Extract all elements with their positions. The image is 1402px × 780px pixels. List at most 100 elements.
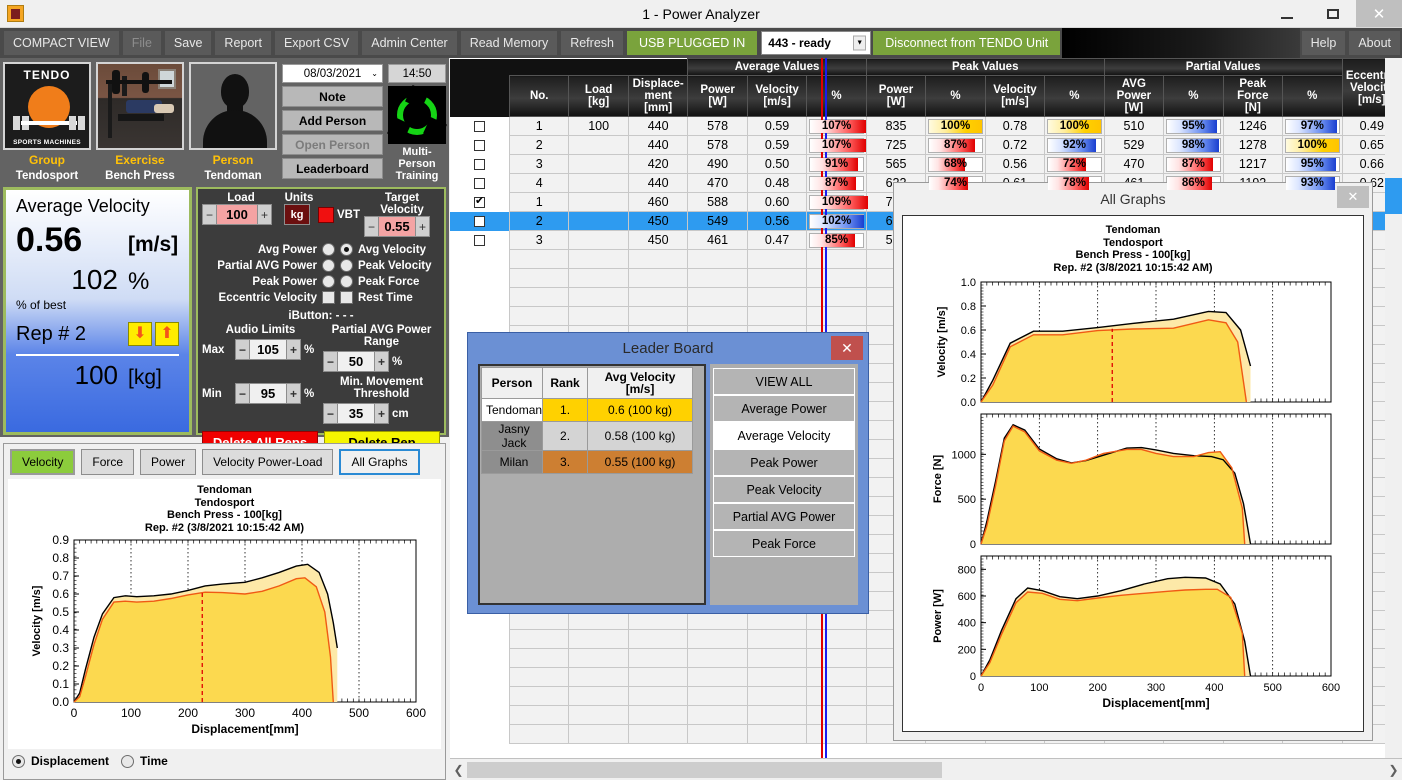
row-checkbox[interactable] — [474, 235, 485, 246]
lb-button-average-velocity[interactable]: Average Velocity — [713, 422, 855, 449]
tab-all-graphs[interactable]: All Graphs — [339, 449, 419, 475]
maximize-button[interactable] — [1310, 0, 1356, 27]
rep-down-button[interactable]: ⬇ — [128, 322, 152, 346]
range-input[interactable]: 50 — [338, 351, 374, 372]
row-checkbox-cell[interactable] — [450, 288, 509, 307]
row-checkbox[interactable] — [474, 121, 485, 132]
note-button[interactable]: Note — [282, 86, 383, 107]
menu-save[interactable]: Save — [165, 31, 212, 55]
row-checkbox[interactable] — [474, 140, 485, 151]
load-minus-button[interactable]: − — [202, 204, 217, 225]
max-stepper[interactable]: − 105 + — [235, 339, 301, 360]
menu-admin-center[interactable]: Admin Center — [362, 31, 456, 55]
disconnect-button[interactable]: Disconnect from TENDO Unit — [873, 31, 1060, 55]
lb-button-partial-avg-power[interactable]: Partial AVG Power — [713, 503, 855, 530]
row-checkbox-cell[interactable] — [450, 725, 509, 744]
horizontal-scrollbar[interactable]: ❮ ❯ — [450, 758, 1402, 780]
date-select[interactable]: 08/03/2021 ⌄ — [282, 64, 383, 83]
threshold-input[interactable]: 35 — [338, 403, 374, 424]
menu-read-memory[interactable]: Read Memory — [461, 31, 558, 55]
max-minus-button[interactable]: − — [235, 339, 250, 360]
menu-about[interactable]: About — [1349, 31, 1400, 55]
minimize-button[interactable] — [1264, 0, 1310, 27]
row-checkbox-cell[interactable] — [450, 687, 509, 706]
range-minus-button[interactable]: − — [323, 351, 338, 372]
table-row[interactable]: 34204900.5091%56568%0.5672%47087%121795%… — [450, 155, 1402, 174]
max-input[interactable]: 105 — [250, 339, 286, 360]
row-checkbox[interactable] — [474, 197, 485, 208]
scroll-left-icon[interactable]: ❮ — [450, 763, 467, 777]
load-stepper[interactable]: − 100 + — [202, 204, 280, 225]
units-button[interactable]: kg — [284, 204, 310, 225]
tab-force[interactable]: Force — [81, 449, 134, 475]
row-checkbox-cell[interactable] — [450, 307, 509, 326]
row-checkbox-cell[interactable] — [450, 250, 509, 269]
multi-person-training[interactable]: 14:50 Multi-Person Training — [388, 62, 446, 183]
menu-file[interactable]: File — [123, 31, 161, 55]
lb-button-average-power[interactable]: Average Power — [713, 395, 855, 422]
menu-report[interactable]: Report — [215, 31, 271, 55]
target-minus-button[interactable]: − — [364, 216, 379, 237]
row-checkbox-cell[interactable] — [450, 193, 509, 212]
row-checkbox-cell[interactable] — [450, 706, 509, 725]
radio-partial-avg-power[interactable] — [322, 259, 335, 272]
target-velocity-stepper[interactable]: − 0.55 + — [364, 216, 440, 237]
all-graphs-close-button[interactable]: ✕ — [1337, 186, 1369, 208]
vertical-scrollbar-thumb[interactable] — [1385, 178, 1402, 214]
row-checkbox-cell[interactable] — [450, 212, 509, 231]
row-checkbox-cell[interactable] — [450, 630, 509, 649]
lb-button-peak-velocity[interactable]: Peak Velocity — [713, 476, 855, 503]
min-plus-button[interactable]: + — [286, 383, 301, 404]
row-checkbox-cell[interactable] — [450, 231, 509, 250]
row-checkbox[interactable] — [474, 216, 485, 227]
vertical-scrollbar[interactable] — [1385, 58, 1402, 758]
exercise-tile[interactable]: Exercise Bench Press — [96, 62, 184, 183]
row-checkbox-cell[interactable] — [450, 136, 509, 155]
checkbox-rest-time[interactable] — [340, 291, 353, 304]
rep-up-button[interactable]: ⬆ — [155, 322, 179, 346]
target-input[interactable]: 0.55 — [379, 216, 415, 237]
table-row[interactable]: 11004405780.59107%835100%0.78100%51095%1… — [450, 117, 1402, 136]
load-input[interactable]: 100 — [217, 204, 257, 225]
threshold-stepper[interactable]: − 35 + — [323, 403, 389, 424]
leader-board-row[interactable]: Milan3.0.55 (100 kg) — [482, 451, 693, 474]
horizontal-scrollbar-thumb[interactable] — [467, 762, 942, 778]
table-row[interactable]: 24405780.59107%72587%0.7292%52998%127810… — [450, 136, 1402, 155]
leader-board-close-button[interactable]: ✕ — [831, 336, 863, 360]
open-person-button[interactable]: Open Person — [282, 134, 383, 155]
row-checkbox-cell[interactable] — [450, 269, 509, 288]
lb-button-peak-power[interactable]: Peak Power — [713, 449, 855, 476]
min-input[interactable]: 95 — [250, 383, 286, 404]
tab-power[interactable]: Power — [140, 449, 196, 475]
menu-help[interactable]: Help — [1302, 31, 1346, 55]
radio-avg-velocity[interactable] — [340, 243, 353, 256]
row-checkbox-cell[interactable] — [450, 117, 509, 136]
menu-compact-view[interactable]: COMPACT VIEW — [4, 31, 119, 55]
max-plus-button[interactable]: + — [286, 339, 301, 360]
load-plus-button[interactable]: + — [257, 204, 272, 225]
target-plus-button[interactable]: + — [415, 216, 430, 237]
radio-peak-force[interactable] — [340, 275, 353, 288]
leader-board-row[interactable]: Tendoman1.0.6 (100 kg) — [482, 399, 693, 422]
partial-range-stepper[interactable]: − 50 + — [323, 351, 389, 372]
leader-board-row[interactable]: Jasny Jack2.0.58 (100 kg) — [482, 422, 693, 451]
range-plus-button[interactable]: + — [374, 351, 389, 372]
row-checkbox[interactable] — [474, 178, 485, 189]
min-stepper[interactable]: − 95 + — [235, 383, 301, 404]
tab-velocity-power-load[interactable]: Velocity Power-Load — [202, 449, 333, 475]
scroll-right-icon[interactable]: ❯ — [1385, 763, 1402, 777]
radio-time[interactable] — [121, 755, 134, 768]
person-tile[interactable]: Person Tendoman — [189, 62, 277, 183]
row-checkbox-cell[interactable] — [450, 155, 509, 174]
radio-avg-power[interactable] — [322, 243, 335, 256]
close-button[interactable]: ✕ — [1356, 0, 1402, 27]
radio-peak-power[interactable] — [322, 275, 335, 288]
menu-export-csv[interactable]: Export CSV — [275, 31, 358, 55]
row-checkbox[interactable] — [474, 159, 485, 170]
radio-peak-velocity[interactable] — [340, 259, 353, 272]
row-checkbox-cell[interactable] — [450, 649, 509, 668]
device-select[interactable]: 443 - ready ▼ — [761, 31, 871, 55]
menu-refresh[interactable]: Refresh — [561, 31, 623, 55]
leaderboard-button[interactable]: Leaderboard — [282, 158, 383, 179]
add-person-button[interactable]: Add Person — [282, 110, 383, 131]
